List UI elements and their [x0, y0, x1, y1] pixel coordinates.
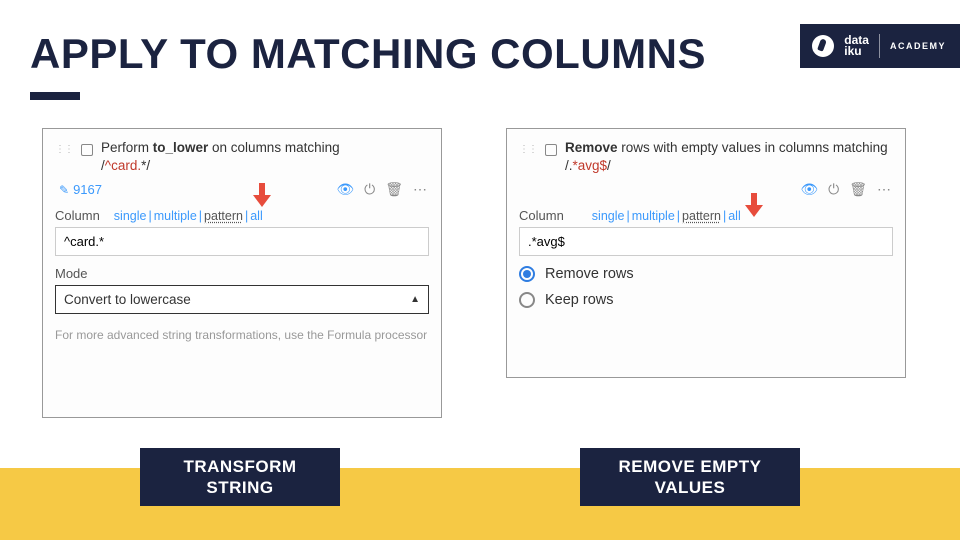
step-checkbox[interactable]: [545, 144, 557, 156]
caret-up-icon: ▲: [410, 294, 420, 305]
eye-icon[interactable]: 👁: [336, 181, 354, 198]
desc-bold: Remove: [565, 140, 618, 155]
regex-display: /^card.*/: [101, 158, 150, 173]
sel-all[interactable]: all: [250, 209, 263, 223]
radio-keep-label: Keep rows: [545, 292, 614, 308]
brand-academy: ACADEMY: [890, 41, 946, 51]
desc-bold: to_lower: [153, 140, 209, 155]
transform-string-panel: ⋮⋮ Perform to_lower on columns matching …: [42, 128, 442, 418]
step-description: Remove rows with empty values in columns…: [565, 139, 893, 175]
radio-remove-rows[interactable]: Remove rows: [519, 266, 893, 282]
panel-row: ⋮⋮ Perform to_lower on columns matching …: [42, 128, 918, 418]
more-icon[interactable]: ⋯: [877, 181, 891, 198]
mode-value: Convert to lowercase: [64, 292, 191, 307]
sel-multiple[interactable]: multiple: [632, 209, 675, 223]
brand-text: data iku: [844, 35, 869, 57]
column-selector-links: single|multiple|pattern|all: [592, 209, 741, 223]
hint-text: For more advanced string transformations…: [55, 326, 429, 345]
slide-title: APPLY TO MATCHING COLUMNS: [30, 30, 706, 78]
trash-icon[interactable]: 🗑: [849, 181, 867, 198]
sel-multiple[interactable]: multiple: [154, 209, 197, 223]
row-count[interactable]: ✎ 9167: [59, 182, 102, 197]
desc-pre: Perform: [101, 140, 153, 155]
radio-icon-checked: [519, 266, 535, 282]
radio-keep-rows[interactable]: Keep rows: [519, 292, 893, 308]
trash-icon[interactable]: 🗑: [385, 181, 403, 198]
sel-single[interactable]: single: [114, 209, 147, 223]
step-description: Perform to_lower on columns matching /^c…: [101, 139, 340, 175]
more-icon[interactable]: ⋯: [413, 181, 427, 198]
column-field-row: Column single|multiple|pattern|all: [519, 208, 893, 223]
mode-select[interactable]: Convert to lowercase ▲: [55, 285, 429, 314]
arrow-down-icon: [253, 183, 271, 209]
drag-handle-icon[interactable]: ⋮⋮: [55, 139, 73, 155]
caption-remove-empty: REMOVE EMPTY VALUES: [580, 448, 800, 507]
power-icon[interactable]: ⏻: [364, 181, 375, 198]
brand-badge: data iku ACADEMY: [800, 24, 960, 68]
step-checkbox[interactable]: [81, 144, 93, 156]
step-toolbar: 👁 ⏻ 🗑 ⋯: [519, 179, 893, 204]
mode-label: Mode: [55, 266, 429, 281]
pencil-icon: ✎: [59, 183, 69, 197]
column-pattern-input[interactable]: [55, 227, 429, 256]
title-underline: [30, 92, 80, 100]
sel-all[interactable]: all: [728, 209, 741, 223]
brand-separator: [879, 34, 880, 58]
count-value: 9167: [73, 182, 102, 197]
eye-icon[interactable]: 👁: [800, 181, 818, 198]
sel-single[interactable]: single: [592, 209, 625, 223]
column-pattern-input[interactable]: [519, 227, 893, 256]
caption-line1: TRANSFORM: [164, 456, 316, 477]
dataiku-logo-icon: [812, 35, 834, 57]
column-label: Column: [55, 208, 100, 223]
power-icon[interactable]: ⏻: [828, 181, 839, 198]
step-toolbar: ✎ 9167 👁 ⏻ 🗑 ⋯: [55, 179, 429, 204]
column-label: Column: [519, 208, 564, 223]
column-selector-links: single|multiple|pattern|all: [114, 209, 263, 223]
column-field-row: Column single|multiple|pattern|all: [55, 208, 429, 223]
radio-icon-unchecked: [519, 292, 535, 308]
step-header: ⋮⋮ Remove rows with empty values in colu…: [519, 137, 893, 179]
step-header: ⋮⋮ Perform to_lower on columns matching …: [55, 137, 429, 179]
arrow-down-icon: [745, 193, 763, 219]
caption-line1: REMOVE EMPTY: [604, 456, 776, 477]
caption-line2: VALUES: [604, 477, 776, 498]
caption-line2: STRING: [164, 477, 316, 498]
brand-line2: iku: [844, 46, 869, 57]
drag-handle-icon[interactable]: ⋮⋮: [519, 139, 537, 155]
toolbar-icons: 👁 ⏻ 🗑 ⋯: [336, 181, 427, 198]
radio-remove-label: Remove rows: [545, 266, 634, 282]
toolbar-icons: 👁 ⏻ 🗑 ⋯: [800, 181, 891, 198]
remove-empty-panel: ⋮⋮ Remove rows with empty values in colu…: [506, 128, 906, 378]
sel-pattern[interactable]: pattern: [682, 209, 721, 223]
desc-post: on columns matching: [208, 140, 339, 155]
caption-transform-string: TRANSFORM STRING: [140, 448, 340, 507]
sel-pattern[interactable]: pattern: [204, 209, 243, 223]
